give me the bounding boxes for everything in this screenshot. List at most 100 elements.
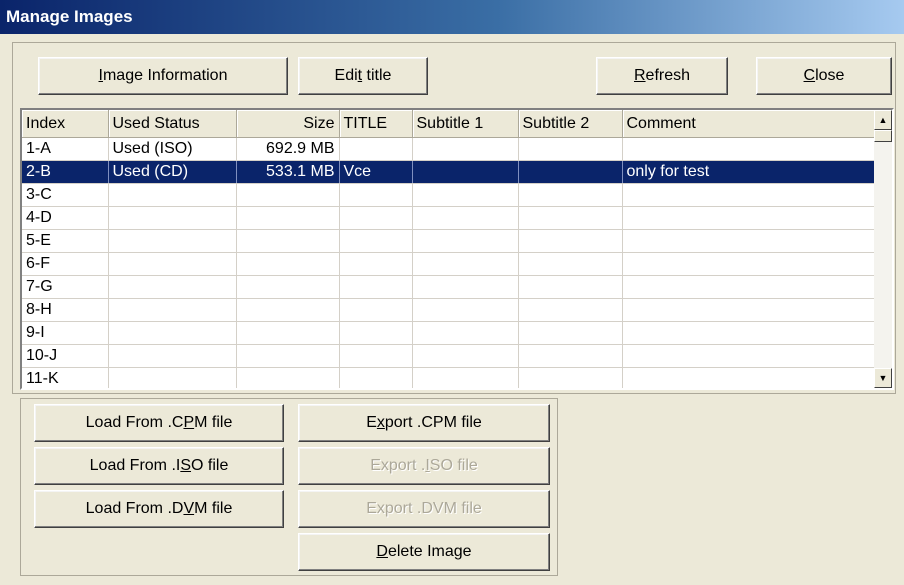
button-label-before: Load From .C (85, 414, 184, 431)
button-label-after: lose (815, 67, 845, 84)
cell-subtitle-2 (518, 367, 623, 388)
load-from-cpm-button[interactable]: Load From .CPM file (34, 404, 284, 442)
cell-subtitle-1 (412, 229, 519, 253)
cell-size: 692.9 MB (236, 137, 340, 161)
button-label-before: E (366, 414, 377, 431)
cell-subtitle-1 (412, 367, 519, 388)
column-header-title[interactable]: TITLE (339, 110, 413, 138)
cell-subtitle-1 (412, 275, 519, 299)
cell-title (339, 298, 413, 322)
cell-title (339, 252, 413, 276)
cell-title (339, 275, 413, 299)
access-key: P (183, 414, 195, 431)
cell-used-status: Used (ISO) (108, 137, 237, 161)
button-label-after: M file (194, 414, 233, 431)
cell-title (339, 229, 413, 253)
cell-index: 3-C (22, 183, 109, 207)
cell-index: 8-H (22, 298, 109, 322)
cell-comment (622, 183, 879, 207)
cell-comment (622, 137, 879, 161)
column-header-comment[interactable]: Comment (622, 110, 879, 138)
cell-used-status (108, 183, 237, 207)
table-row[interactable]: 4-D (22, 206, 879, 230)
export-cpm-button[interactable]: Export .CPM file (298, 404, 550, 442)
cell-size (236, 275, 340, 299)
button-label-after: elete Image (387, 543, 472, 560)
table-row[interactable]: 5-E (22, 229, 879, 253)
window-title: Manage Images (0, 0, 904, 34)
cell-title: Vce (339, 160, 413, 184)
export-iso-button[interactable]: Export .ISO file (298, 447, 550, 485)
cell-comment (622, 321, 879, 345)
column-header-size[interactable]: Size (236, 110, 340, 138)
table-row[interactable]: 10-J (22, 344, 879, 368)
table-row[interactable]: 1-A Used (ISO) 692.9 MB (22, 137, 879, 161)
cell-index: 5-E (22, 229, 109, 253)
cell-used-status (108, 229, 237, 253)
vertical-scrollbar[interactable]: ▲ ▼ (874, 110, 892, 388)
cell-size (236, 321, 340, 345)
cell-size (236, 229, 340, 253)
table-row[interactable]: 2-B Used (CD) 533.1 MB Vce only for test (22, 160, 879, 184)
column-header-subtitle-2[interactable]: Subtitle 2 (518, 110, 623, 138)
scroll-down-button[interactable]: ▼ (874, 368, 892, 388)
refresh-button[interactable]: Refresh (596, 57, 728, 95)
cell-size: 533.1 MB (236, 160, 340, 184)
button-label-before: Export . (370, 457, 426, 474)
cell-comment (622, 252, 879, 276)
cell-index: 6-F (22, 252, 109, 276)
images-table[interactable]: Index Used Status Size TITLE Subtitle 1 … (20, 108, 894, 390)
export-dvm-button[interactable]: Export .DVM file (298, 490, 550, 528)
button-label-after: port .CPM file (384, 414, 482, 431)
table-row[interactable]: 6-F (22, 252, 879, 276)
cell-used-status (108, 344, 237, 368)
load-from-dvm-button[interactable]: Load From .DVM file (34, 490, 284, 528)
access-key: C (803, 67, 816, 84)
button-label-after: mage Information (102, 67, 228, 84)
cell-subtitle-1 (412, 137, 519, 161)
cell-subtitle-2 (518, 183, 623, 207)
button-label-after: SO file (429, 457, 478, 474)
cell-size (236, 252, 340, 276)
cell-index: 11-K (22, 367, 109, 388)
image-information-button[interactable]: Image Information (38, 57, 288, 95)
table-row[interactable]: 8-H (22, 298, 879, 322)
cell-size (236, 206, 340, 230)
cell-size (236, 298, 340, 322)
cell-comment (622, 275, 879, 299)
button-label-after: M file (194, 500, 233, 517)
edit-title-button[interactable]: Edit title (298, 57, 428, 95)
delete-image-button[interactable]: Delete Image (298, 533, 550, 571)
cell-comment (622, 206, 879, 230)
scroll-up-button[interactable]: ▲ (874, 110, 892, 130)
load-from-iso-button[interactable]: Load From .ISO file (34, 447, 284, 485)
button-label-after: title (362, 67, 392, 84)
cell-comment (622, 298, 879, 322)
cell-index: 1-A (22, 137, 109, 161)
column-header-subtitle-1[interactable]: Subtitle 1 (412, 110, 519, 138)
close-button[interactable]: Close (756, 57, 892, 95)
table-row[interactable]: 7-G (22, 275, 879, 299)
table-row[interactable]: 11-K (22, 367, 879, 388)
cell-subtitle-2 (518, 206, 623, 230)
cell-subtitle-1 (412, 183, 519, 207)
scroll-thumb[interactable] (874, 130, 892, 142)
cell-subtitle-2 (518, 229, 623, 253)
cell-comment: only for test (622, 160, 879, 184)
cell-index: 4-D (22, 206, 109, 230)
column-header-used-status[interactable]: Used Status (108, 110, 237, 138)
cell-used-status (108, 321, 237, 345)
cell-subtitle-2 (518, 344, 623, 368)
table-row[interactable]: 9-I (22, 321, 879, 345)
cell-used-status (108, 275, 237, 299)
column-header-index[interactable]: Index (22, 110, 109, 138)
button-label-before: Load From .D (85, 500, 184, 517)
cell-subtitle-2 (518, 321, 623, 345)
cell-subtitle-1 (412, 298, 519, 322)
access-key: D (376, 543, 388, 560)
cell-index: 2-B (22, 160, 109, 184)
button-label-text: Export .DVM file (366, 500, 482, 517)
button-label-before: Load From .I (89, 457, 181, 474)
table-row[interactable]: 3-C (22, 183, 879, 207)
cell-size (236, 344, 340, 368)
